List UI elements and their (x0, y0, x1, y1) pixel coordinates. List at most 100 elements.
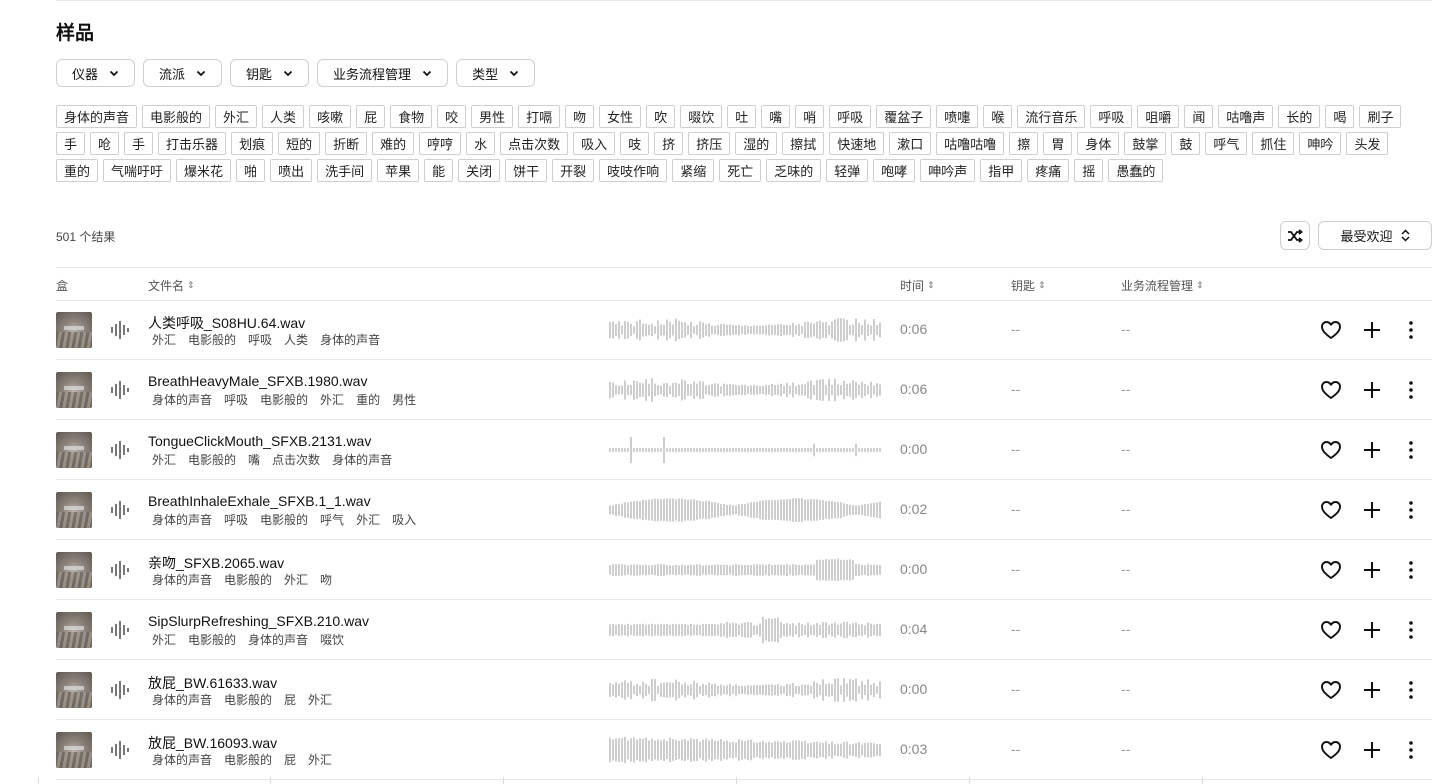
tag-chip[interactable]: 开裂 (552, 159, 595, 182)
tag-chip[interactable]: 死亡 (719, 159, 762, 182)
tag-chip[interactable]: 啪 (236, 159, 266, 182)
tag-chip[interactable]: 擦 (1009, 132, 1039, 155)
more-vertical-icon[interactable] (1402, 499, 1420, 521)
waveform[interactable] (609, 733, 881, 767)
shuffle-button[interactable] (1280, 221, 1310, 250)
tag-chip[interactable]: 爆米花 (176, 159, 232, 182)
row-tag[interactable]: 啜饮 (320, 631, 344, 648)
filter-dropdown[interactable]: 钥匙 (230, 59, 310, 87)
tag-chip[interactable]: 身体 (1077, 132, 1120, 155)
more-vertical-icon[interactable] (1402, 619, 1420, 641)
row-tag[interactable]: 电影般的 (224, 751, 272, 768)
row-tag[interactable]: 吻 (320, 571, 332, 588)
tag-chip[interactable]: 湿的 (735, 132, 778, 155)
tag-chip[interactable]: 呻吟声 (920, 159, 976, 182)
row-tag[interactable]: 电影般的 (188, 331, 236, 348)
col-bpm[interactable]: 业务流程管理 ⇕ (1121, 277, 1204, 294)
tag-chip[interactable]: 划痕 (231, 132, 274, 155)
tag-chip[interactable]: 刷子 (1359, 105, 1402, 128)
file-name[interactable]: 放屁_BW.61633.wav (148, 673, 277, 693)
pack-thumbnail[interactable] (56, 672, 92, 708)
row-tag[interactable]: 点击次数 (272, 451, 320, 468)
table-row[interactable]: 人类呼吸_S08HU.64.wav 外汇 电影般的 呼吸 人类 身体的声音 0:06 -- -- (56, 300, 1432, 360)
waveform[interactable] (609, 613, 881, 647)
waveform[interactable] (609, 673, 881, 707)
tag-chip[interactable]: 指甲 (980, 159, 1023, 182)
waveform[interactable] (609, 553, 881, 587)
pack-thumbnail[interactable] (56, 312, 92, 348)
tag-chip[interactable]: 打嗝 (518, 105, 561, 128)
tag-chip[interactable]: 气喘吁吁 (103, 159, 172, 182)
pack-thumbnail[interactable] (56, 612, 92, 648)
row-tag[interactable]: 身体的声音 (152, 691, 212, 708)
tag-chip[interactable]: 鼓 (1171, 132, 1201, 155)
heart-icon[interactable] (1320, 679, 1342, 701)
waveform-play-icon[interactable] (110, 321, 130, 339)
tag-chip[interactable]: 打击乐器 (158, 132, 227, 155)
plus-icon[interactable] (1362, 439, 1382, 461)
heart-icon[interactable] (1320, 559, 1342, 581)
tag-chip[interactable]: 挤 (654, 132, 684, 155)
tag-chip[interactable]: 喝 (1325, 105, 1355, 128)
row-tag[interactable]: 电影般的 (224, 691, 272, 708)
tag-chip[interactable]: 啜饮 (680, 105, 723, 128)
file-name[interactable]: BreathHeavyMale_SFXB.1980.wav (148, 373, 367, 389)
tag-chip[interactable]: 喉 (983, 105, 1013, 128)
filter-dropdown[interactable]: 业务流程管理 (317, 59, 449, 87)
tag-chip[interactable]: 快速地 (829, 132, 885, 155)
tag-chip[interactable]: 哨 (795, 105, 825, 128)
waveform[interactable] (609, 433, 881, 467)
tag-chip[interactable]: 流行音乐 (1017, 105, 1086, 128)
tag-chip[interactable]: 鼓掌 (1124, 132, 1167, 155)
plus-icon[interactable] (1362, 679, 1382, 701)
heart-icon[interactable] (1320, 439, 1342, 461)
tag-chip[interactable]: 食物 (390, 105, 433, 128)
waveform[interactable] (609, 313, 881, 347)
row-tag[interactable]: 吸入 (392, 511, 416, 528)
file-name[interactable]: 放屁_BW.16093.wav (148, 733, 277, 753)
more-vertical-icon[interactable] (1402, 439, 1420, 461)
row-tag[interactable]: 外汇 (356, 511, 380, 528)
tag-chip[interactable]: 嘴 (761, 105, 791, 128)
tag-chip[interactable]: 咕噜声 (1218, 105, 1274, 128)
waveform[interactable] (609, 373, 881, 407)
row-tag[interactable]: 电影般的 (188, 631, 236, 648)
heart-icon[interactable] (1320, 739, 1342, 761)
row-tag[interactable]: 外汇 (308, 691, 332, 708)
plus-icon[interactable] (1362, 739, 1382, 761)
row-tag[interactable]: 电影般的 (260, 391, 308, 408)
tag-chip[interactable]: 哼哼 (419, 132, 462, 155)
row-tag[interactable]: 电影般的 (188, 451, 236, 468)
tag-chip[interactable]: 外汇 (215, 105, 258, 128)
tag-chip[interactable]: 轻弹 (826, 159, 869, 182)
plus-icon[interactable] (1362, 559, 1382, 581)
row-tag[interactable]: 电影般的 (260, 511, 308, 528)
more-vertical-icon[interactable] (1402, 679, 1420, 701)
waveform-play-icon[interactable] (110, 681, 130, 699)
pack-thumbnail[interactable] (56, 552, 92, 588)
pack-thumbnail[interactable] (56, 732, 92, 768)
file-name[interactable]: SipSlurpRefreshing_SFXB.210.wav (148, 613, 369, 629)
tag-chip[interactable]: 呼气 (1205, 132, 1248, 155)
waveform-play-icon[interactable] (110, 441, 130, 459)
row-tag[interactable]: 外汇 (308, 751, 332, 768)
table-row[interactable]: BreathInhaleExhale_SFXB.1_1.wav 身体的声音 呼吸 电影… (56, 480, 1432, 540)
tag-chip[interactable]: 人类 (262, 105, 305, 128)
tag-chip[interactable]: 咕噜咕噜 (936, 132, 1005, 155)
heart-icon[interactable] (1320, 379, 1342, 401)
waveform-play-icon[interactable] (110, 561, 130, 579)
file-name[interactable]: 亲吻_SFXB.2065.wav (148, 553, 284, 573)
tag-chip[interactable]: 难的 (372, 132, 415, 155)
waveform[interactable] (609, 493, 881, 527)
table-row[interactable]: 亲吻_SFXB.2065.wav 身体的声音 电影般的 外汇吻 0:00 -- -- (56, 540, 1432, 600)
tag-chip[interactable]: 吱 (620, 132, 650, 155)
tag-chip[interactable]: 男性 (471, 105, 514, 128)
tag-chip[interactable]: 吻 (565, 105, 595, 128)
plus-icon[interactable] (1362, 379, 1382, 401)
tag-chip[interactable]: 女性 (599, 105, 642, 128)
tag-chip[interactable]: 挤压 (688, 132, 731, 155)
row-tag[interactable]: 身体的声音 (152, 391, 212, 408)
row-tag[interactable]: 呼吸 (224, 511, 248, 528)
tag-chip[interactable]: 愚蠢的 (1108, 159, 1164, 182)
tag-chip[interactable]: 擦拭 (782, 132, 825, 155)
